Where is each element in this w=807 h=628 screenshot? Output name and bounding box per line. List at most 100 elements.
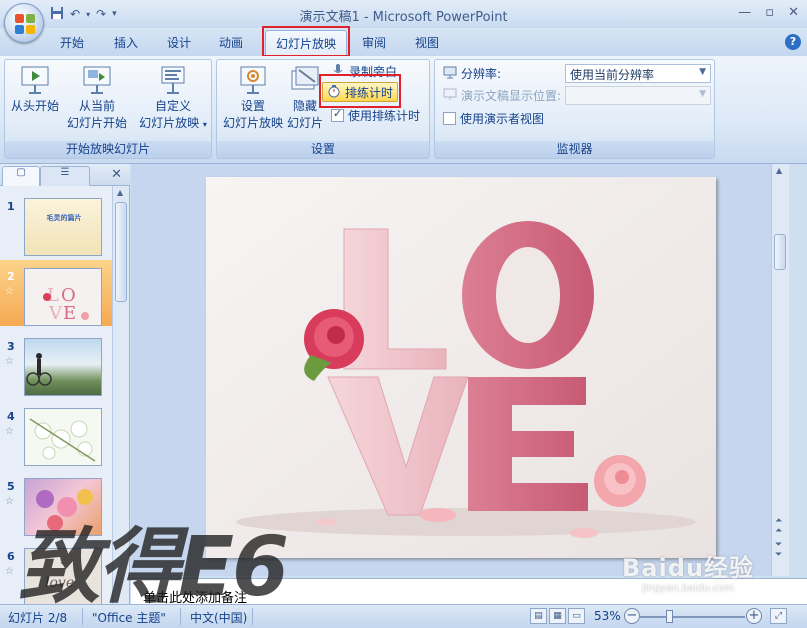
group-monitors: 分辨率: 使用当前分辨率 ▼ 演示文稿显示位置: ▼ 使用演示者视图 监视器 <box>434 59 715 159</box>
scroll-up-icon[interactable]: ▲ <box>117 188 123 197</box>
ribbon: 从头开始 从当前 幻灯片开始 自定义 幻灯片放映 ▾ 开始放映幻灯片 设置 幻灯… <box>0 56 807 164</box>
slide-number: 1 <box>7 200 15 213</box>
scrollbar-thumb[interactable] <box>115 202 127 302</box>
slide-number: 3 <box>7 340 15 353</box>
slideshow-current-icon <box>81 65 113 95</box>
group-start-label: 开始放映幻灯片 <box>5 141 211 158</box>
setup-slideshow-button[interactable]: 设置 幻灯片放映 <box>219 65 287 132</box>
slides-tab-icon: ▢ <box>16 167 26 178</box>
close-icon[interactable]: ✕ <box>111 167 122 182</box>
minimize-icon[interactable]: — <box>738 5 751 20</box>
watermark-left: 致得E6 <box>18 520 289 615</box>
fit-to-window-icon[interactable]: ⤢ <box>770 608 787 624</box>
slide-thumbnail-image <box>24 408 102 466</box>
highlight-box-rehearse <box>319 74 401 108</box>
slide-thumbnail-image: 毛灵的篇片 <box>24 198 102 256</box>
dropdown-arrow-icon: ▾ <box>202 120 207 129</box>
resolution-select[interactable]: 使用当前分辨率 ▼ <box>565 64 711 83</box>
setup-slideshow-label-2: 幻灯片放映 <box>222 116 283 130</box>
next-slide-icon[interactable]: ⏷ ⏷ <box>775 540 782 560</box>
editor-scrollbar[interactable]: ▲ ⏶ ⏶ ⏷ ⏷ <box>771 164 789 576</box>
zoom-slider-track[interactable] <box>640 616 745 618</box>
slide-number: 4 <box>7 410 15 423</box>
tab-design[interactable]: 设计 <box>167 34 191 51</box>
presenter-view-checkbox[interactable]: 使用演示者视图 <box>443 110 544 127</box>
zoom-slider-thumb[interactable] <box>666 610 673 623</box>
group-setup-label: 设置 <box>217 141 429 158</box>
slide-thumbnail[interactable]: 3 ☆ <box>0 330 112 396</box>
slideshow-play-icon <box>19 65 51 95</box>
slide-thumbnail-title: 毛灵的篇片 <box>46 214 82 222</box>
close-icon[interactable]: ✕ <box>788 5 799 20</box>
monitor-icon <box>443 66 457 82</box>
window-controls: — ▫ ✕ <box>738 5 799 20</box>
slide-thumbnail[interactable]: 4 ☆ <box>0 400 112 466</box>
presenter-view-label: 使用演示者视图 <box>460 112 545 126</box>
from-current-button[interactable]: 从当前 幻灯片开始 <box>63 65 131 132</box>
normal-view-icon[interactable]: ▤ <box>530 608 547 624</box>
checkbox-icon[interactable] <box>443 112 456 125</box>
slide-number: 6 <box>7 550 15 563</box>
tab-animations[interactable]: 动画 <box>219 34 243 51</box>
panel-tabs: ▢ ☰ ✕ <box>0 164 130 186</box>
star-icon: ☆ <box>5 496 14 507</box>
baidu-url: jingyan.baidu.com <box>642 583 735 594</box>
hide-slide-icon <box>289 65 321 95</box>
show-on-label: 演示文稿显示位置: <box>461 89 562 103</box>
previous-slide-icon[interactable]: ⏶ ⏶ <box>775 516 782 536</box>
use-rehearsed-timings-checkbox[interactable]: 使用排练计时 <box>331 107 420 124</box>
tab-view[interactable]: 视图 <box>415 34 439 51</box>
group-monitors-label: 监视器 <box>435 141 714 158</box>
zoom-level[interactable]: 53% <box>594 609 621 623</box>
zoom-out-icon[interactable]: − <box>624 608 640 624</box>
svg-text:E: E <box>63 303 76 324</box>
maximize-icon[interactable]: ▫ <box>765 5 774 20</box>
checkbox-icon[interactable] <box>331 107 344 122</box>
tab-slides[interactable]: ▢ <box>2 166 40 186</box>
slide-thumbnail[interactable]: 2 ☆ L O V E <box>0 260 112 326</box>
show-on-select[interactable]: ▼ <box>565 86 711 105</box>
slideshow-view-icon[interactable]: ▭ <box>568 608 585 624</box>
tab-review[interactable]: 审阅 <box>362 34 386 51</box>
chevron-down-icon: ▼ <box>699 67 706 77</box>
office-logo-icon <box>15 14 35 34</box>
from-current-label-2: 幻灯片开始 <box>66 116 127 130</box>
star-icon: ☆ <box>5 356 14 367</box>
tab-outline[interactable]: ☰ <box>40 166 90 186</box>
use-rehearsed-timings-label: 使用排练计时 <box>348 109 421 123</box>
custom-slideshow-button[interactable]: 自定义 幻灯片放映 ▾ <box>135 65 211 133</box>
setup-slideshow-label-1: 设置 <box>240 99 265 113</box>
star-icon: ☆ <box>5 426 14 437</box>
zoom-in-icon[interactable]: + <box>746 608 762 624</box>
from-beginning-button[interactable]: 从头开始 <box>7 65 63 115</box>
setup-slideshow-icon <box>237 65 269 95</box>
title-bar: ↶ ▾ ↷ ▾ 演示文稿1 - Microsoft PowerPoint — ▫… <box>0 0 807 28</box>
resolution-value: 使用当前分辨率 <box>570 68 655 82</box>
show-on-monitor-icon <box>443 88 457 104</box>
tab-home[interactable]: 开始 <box>60 34 84 51</box>
scrollbar-thumb[interactable] <box>774 234 786 270</box>
from-beginning-label: 从头开始 <box>10 99 59 113</box>
custom-slideshow-label-1: 自定义 <box>154 99 191 113</box>
help-icon[interactable]: ? <box>785 34 801 50</box>
slide-sorter-view-icon[interactable]: ▦ <box>549 608 566 624</box>
watermark-right: Baidu经验 jingyan.baidu.com <box>622 548 754 594</box>
slide-thumbnail-image <box>24 338 102 396</box>
custom-slideshow-label-2: 幻灯片放映 ▾ <box>139 116 207 130</box>
chevron-down-icon: ▼ <box>699 89 706 99</box>
highlight-box-tab <box>262 26 350 57</box>
star-icon: ☆ <box>5 286 14 297</box>
resolution-label: 分辨率: <box>461 67 502 81</box>
window-title: 演示文稿1 - Microsoft PowerPoint <box>299 10 508 25</box>
group-start-slideshow: 从头开始 从当前 幻灯片开始 自定义 幻灯片放映 ▾ 开始放映幻灯片 <box>4 59 212 159</box>
custom-slideshow-icon <box>157 65 189 95</box>
scroll-up-icon[interactable]: ▲ <box>776 166 782 175</box>
baidu-brand: Baidu经验 <box>622 554 754 582</box>
ribbon-tabs: 开始 插入 设计 动画 幻灯片放映 审阅 视图 ? <box>0 28 807 56</box>
show-on-label-row: 演示文稿显示位置: <box>443 87 561 104</box>
from-current-label-1: 从当前 <box>78 99 115 113</box>
slide-thumbnail-image: L O V E <box>24 268 102 326</box>
office-button[interactable] <box>4 3 44 43</box>
tab-insert[interactable]: 插入 <box>114 34 138 51</box>
slide-thumbnail[interactable]: 1 毛灵的篇片 <box>0 190 112 256</box>
